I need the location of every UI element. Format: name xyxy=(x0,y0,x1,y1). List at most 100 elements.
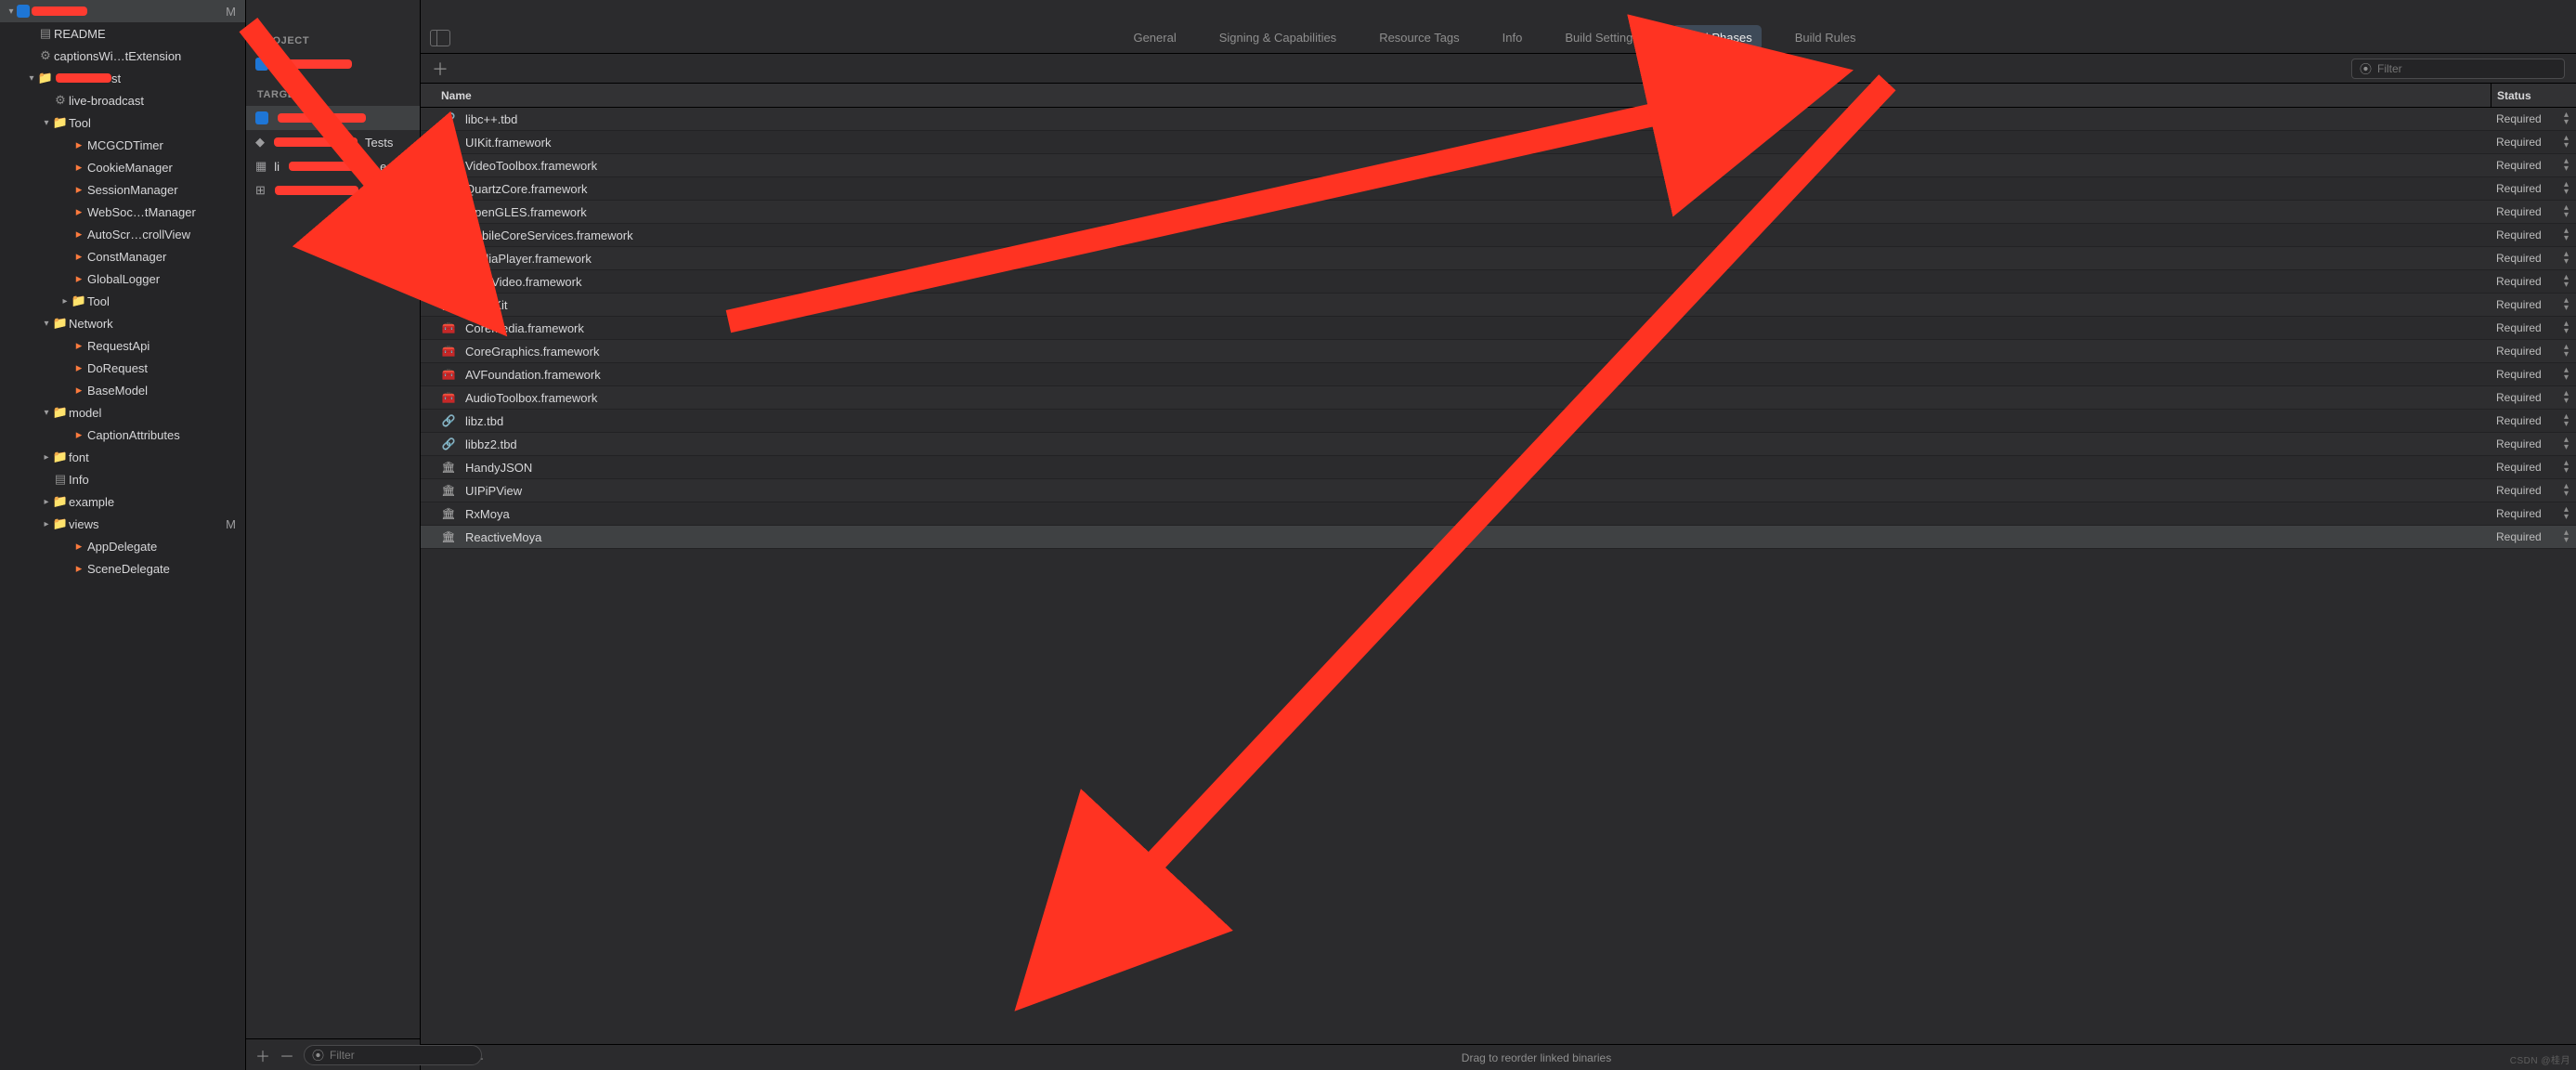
stepper-icon[interactable]: ▴▾ xyxy=(2564,228,2569,242)
stepper-icon[interactable]: ▴▾ xyxy=(2564,506,2569,521)
remove-target-button[interactable]: － xyxy=(280,1044,294,1066)
table-row[interactable]: 🧰UIKit.frameworkRequired▴▾ xyxy=(421,131,2576,154)
tab-build-phases[interactable]: Build Phases xyxy=(1672,25,1762,50)
navigator-row[interactable]: ⚙live-broadcast xyxy=(0,89,245,111)
table-row[interactable]: 🏛HandyJSONRequired▴▾ xyxy=(421,456,2576,479)
navigator-row[interactable]: ▸DoRequest xyxy=(0,357,245,379)
navigator-row[interactable]: ▸SceneDelegate xyxy=(0,557,245,580)
stepper-icon[interactable]: ▴▾ xyxy=(2564,111,2569,126)
disclosure-triangle[interactable]: ▾ xyxy=(41,118,52,128)
status-cell[interactable]: Required▴▾ xyxy=(2491,506,2576,521)
table-row[interactable]: 🧰MobileCoreServices.frameworkRequired▴▾ xyxy=(421,224,2576,247)
status-cell[interactable]: Required▴▾ xyxy=(2491,204,2576,219)
table-row[interactable]: 🧰OpenGLES.frameworkRequired▴▾ xyxy=(421,201,2576,224)
status-cell[interactable]: Required▴▾ xyxy=(2491,344,2576,359)
column-name[interactable]: Name xyxy=(421,89,2491,102)
stepper-icon[interactable]: ▴▾ xyxy=(2564,181,2569,196)
navigator-row[interactable]: ▸CaptionAttributes xyxy=(0,424,245,446)
stepper-icon[interactable]: ▴▾ xyxy=(2564,437,2569,451)
tab-info[interactable]: Info xyxy=(1493,25,1532,50)
tab-signing-capabilities[interactable]: Signing & Capabilities xyxy=(1210,25,1346,50)
stepper-icon[interactable]: ▴▾ xyxy=(2564,460,2569,475)
status-cell[interactable]: Required▴▾ xyxy=(2491,437,2576,451)
navigator-row[interactable]: ▸📁font xyxy=(0,446,245,468)
disclosure-triangle[interactable]: ▾ xyxy=(26,73,37,84)
stepper-icon[interactable]: ▴▾ xyxy=(2564,251,2569,266)
navigator-row[interactable]: ▸ConstManager xyxy=(0,245,245,268)
navigator-row[interactable]: ▸AutoScr…crollView xyxy=(0,223,245,245)
stepper-icon[interactable]: ▴▾ xyxy=(2564,344,2569,359)
toggle-sidebar-button[interactable] xyxy=(430,30,450,46)
disclosure-triangle[interactable]: ▾ xyxy=(41,408,52,418)
disclosure-triangle[interactable]: ▸ xyxy=(59,296,71,307)
table-row[interactable]: 🧰MediaPlayer.frameworkRequired▴▾ xyxy=(421,247,2576,270)
tab-build-rules[interactable]: Build Rules xyxy=(1786,25,1866,50)
stepper-icon[interactable]: ▴▾ xyxy=(2564,413,2569,428)
navigator-row[interactable]: ▤Info xyxy=(0,468,245,490)
tab-general[interactable]: General xyxy=(1124,25,1185,50)
navigator-tree[interactable]: ▾M▤README⚙captionsWi…tExtension▾📁st⚙live… xyxy=(0,0,245,1070)
table-row[interactable]: 🏛SnapKitRequired▴▾ xyxy=(421,294,2576,317)
add-target-button[interactable]: ＋ xyxy=(255,1044,270,1066)
status-cell[interactable]: Required▴▾ xyxy=(2491,390,2576,405)
table-row[interactable]: 🧰AudioToolbox.frameworkRequired▴▾ xyxy=(421,386,2576,410)
build-phases-filter-input[interactable] xyxy=(2377,62,2556,75)
navigator-row[interactable]: ▾📁Network xyxy=(0,312,245,334)
navigator-row[interactable]: ▸CookieManager xyxy=(0,156,245,178)
target-item[interactable]: ◆Tests xyxy=(246,130,420,154)
navigator-row[interactable]: ▤README xyxy=(0,22,245,45)
table-row[interactable]: 🔗libbz2.tbdRequired▴▾ xyxy=(421,433,2576,456)
targets-filter-input[interactable] xyxy=(330,1049,474,1062)
stepper-icon[interactable]: ▴▾ xyxy=(2564,529,2569,544)
column-status[interactable]: Status xyxy=(2491,84,2576,107)
table-row[interactable]: 🏛RxMoyaRequired▴▾ xyxy=(421,502,2576,526)
table-row[interactable]: 🏛UIPiPViewRequired▴▾ xyxy=(421,479,2576,502)
navigator-row[interactable]: ▸WebSoc…tManager xyxy=(0,201,245,223)
status-cell[interactable]: Required▴▾ xyxy=(2491,135,2576,150)
navigator-row[interactable]: ▸GlobalLogger xyxy=(0,268,245,290)
status-cell[interactable]: Required▴▾ xyxy=(2491,181,2576,196)
navigator-row[interactable]: ▸📁example xyxy=(0,490,245,513)
status-cell[interactable]: Required▴▾ xyxy=(2491,111,2576,126)
tab-build-settings[interactable]: Build Settings xyxy=(1555,25,1648,50)
status-cell[interactable]: Required▴▾ xyxy=(2491,367,2576,382)
stepper-icon[interactable]: ▴▾ xyxy=(2564,367,2569,382)
table-row[interactable]: 🧰CoreGraphics.frameworkRequired▴▾ xyxy=(421,340,2576,363)
add-build-phase-button[interactable]: ＋ xyxy=(432,57,449,81)
navigator-row[interactable]: ▸RequestApi xyxy=(0,334,245,357)
navigator-row[interactable]: ▸MCGCDTimer xyxy=(0,134,245,156)
status-cell[interactable]: Required▴▾ xyxy=(2491,297,2576,312)
table-row[interactable]: 🧰QuartzCore.frameworkRequired▴▾ xyxy=(421,177,2576,201)
disclosure-triangle[interactable]: ▾ xyxy=(6,7,17,17)
status-cell[interactable]: Required▴▾ xyxy=(2491,460,2576,475)
navigator-row[interactable]: ⚙captionsWi…tExtension xyxy=(0,45,245,67)
status-cell[interactable]: Required▴▾ xyxy=(2491,320,2576,335)
table-row[interactable]: 🧰CoreMedia.frameworkRequired▴▾ xyxy=(421,317,2576,340)
frameworks-table[interactable]: 🔗libc++.tbdRequired▴▾🧰UIKit.frameworkReq… xyxy=(421,108,2576,1044)
table-row[interactable]: 🧰CoreVideo.frameworkRequired▴▾ xyxy=(421,270,2576,294)
status-cell[interactable]: Required▴▾ xyxy=(2491,251,2576,266)
status-cell[interactable]: Required▴▾ xyxy=(2491,483,2576,498)
navigator-row[interactable]: ▸📁viewsM xyxy=(0,513,245,535)
table-row[interactable]: 🔗libz.tbdRequired▴▾ xyxy=(421,410,2576,433)
status-cell[interactable]: Required▴▾ xyxy=(2491,228,2576,242)
tab-resource-tags[interactable]: Resource Tags xyxy=(1370,25,1468,50)
stepper-icon[interactable]: ▴▾ xyxy=(2564,483,2569,498)
disclosure-triangle[interactable]: ▸ xyxy=(41,452,52,463)
stepper-icon[interactable]: ▴▾ xyxy=(2564,320,2569,335)
table-row[interactable]: 🔗libc++.tbdRequired▴▾ xyxy=(421,108,2576,131)
status-cell[interactable]: Required▴▾ xyxy=(2491,413,2576,428)
status-cell[interactable]: Required▴▾ xyxy=(2491,274,2576,289)
target-item[interactable] xyxy=(246,106,420,130)
stepper-icon[interactable]: ▴▾ xyxy=(2564,158,2569,173)
table-row[interactable]: 🏛ReactiveMoyaRequired▴▾ xyxy=(421,526,2576,549)
stepper-icon[interactable]: ▴▾ xyxy=(2564,297,2569,312)
status-cell[interactable]: Required▴▾ xyxy=(2491,158,2576,173)
stepper-icon[interactable]: ▴▾ xyxy=(2564,135,2569,150)
navigator-row[interactable]: ▾M xyxy=(0,0,245,22)
navigator-row[interactable]: ▸AppDelegate xyxy=(0,535,245,557)
navigator-row[interactable]: ▾📁Tool xyxy=(0,111,245,134)
table-row[interactable]: 🧰VideoToolbox.frameworkRequired▴▾ xyxy=(421,154,2576,177)
stepper-icon[interactable]: ▴▾ xyxy=(2564,390,2569,405)
table-row[interactable]: 🧰AVFoundation.frameworkRequired▴▾ xyxy=(421,363,2576,386)
